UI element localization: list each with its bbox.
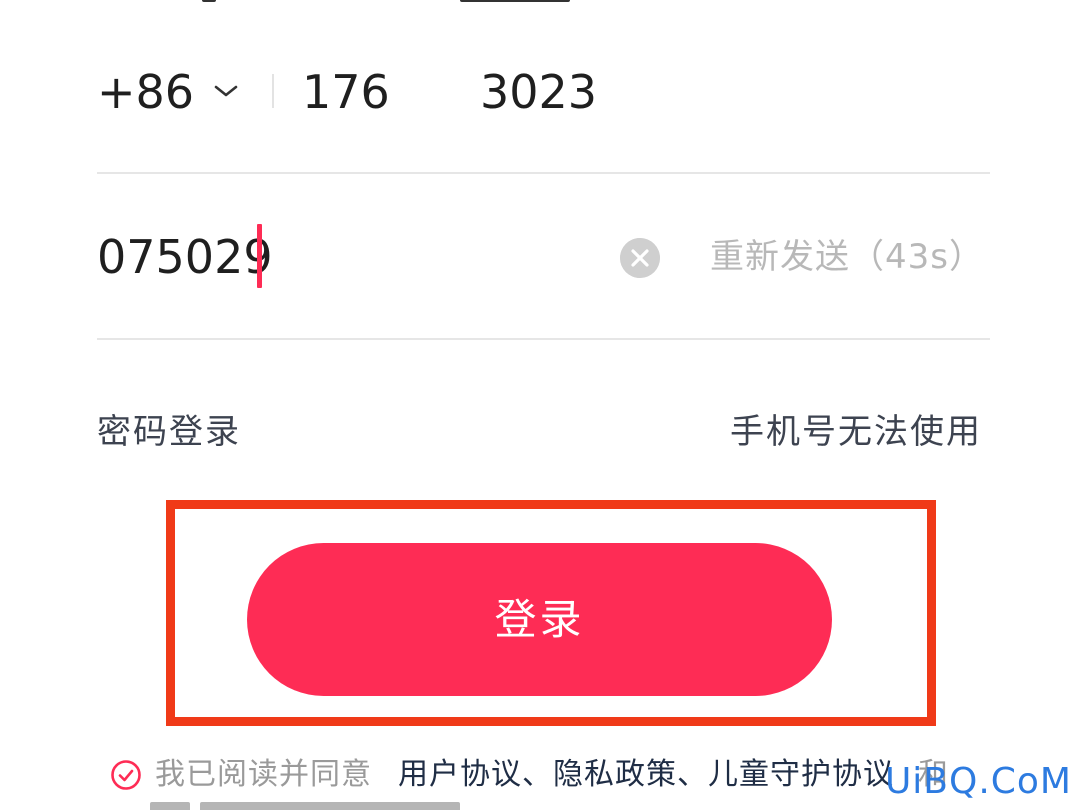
country-code-selector[interactable]: +86 xyxy=(97,62,194,122)
agreement-prefix: 我已阅读并同意 xyxy=(155,757,372,792)
chevron-down-icon[interactable] xyxy=(211,76,241,106)
clear-icon[interactable] xyxy=(620,238,660,278)
password-login-link[interactable]: 密码登录 xyxy=(97,408,241,456)
phone-number-part1[interactable]: 176 xyxy=(302,62,390,122)
login-button[interactable]: 登录 xyxy=(247,543,832,696)
text-cursor xyxy=(257,224,262,288)
divider xyxy=(272,74,274,108)
watermark: UiBQ.CoM xyxy=(884,761,1072,802)
verification-code-field[interactable]: 075029 重新发送（43s） xyxy=(97,222,990,292)
resend-code-button[interactable]: 重新发送（43s） xyxy=(710,222,984,292)
login-screen: +86 176 3023 075029 重新发送（43s） 密码登录 手机号无法… xyxy=(0,0,1080,810)
phone-unavailable-link[interactable]: 手机号无法使用 xyxy=(730,408,982,456)
divider xyxy=(97,338,990,340)
phone-number-part2[interactable]: 3023 xyxy=(480,62,597,122)
clipped-agreement-text xyxy=(150,800,480,810)
check-circle-icon[interactable] xyxy=(110,759,142,791)
agreement-links[interactable]: 用户协议、隐私政策、儿童守护协议 xyxy=(398,753,894,797)
phone-number-field[interactable]: +86 176 3023 xyxy=(97,58,990,128)
clipped-header-text xyxy=(200,0,580,4)
divider xyxy=(97,172,990,174)
verification-code-input[interactable]: 075029 xyxy=(97,222,273,292)
